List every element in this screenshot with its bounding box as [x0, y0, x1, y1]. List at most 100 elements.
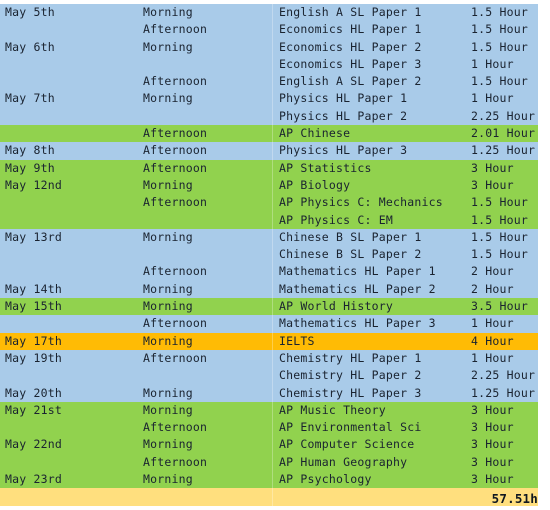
cell-session	[143, 367, 276, 385]
cell-date	[0, 194, 143, 212]
cell-session: Afternoon	[143, 349, 276, 368]
cell-date: May 5th	[0, 4, 143, 22]
cell-subject: Economics HL Paper 2	[276, 38, 469, 56]
cell-duration: 2 Hour	[469, 280, 548, 299]
cell-subject: Mathematics HL Paper 2	[276, 280, 469, 299]
cell-date: May 8th	[0, 142, 143, 160]
cell-duration: 3 Hour	[469, 419, 548, 437]
table-row: May 17th Morning IELTS 4 Hour	[0, 332, 548, 350]
cell-duration: 1.5 Hour	[469, 211, 548, 229]
cell-session	[143, 55, 276, 74]
cell-subject: Physics HL Paper 2	[276, 107, 469, 126]
cell-subject: Mathematics HL Paper 1	[276, 263, 469, 281]
table-row: Physics HL Paper 2 2.25 Hour	[0, 107, 548, 126]
cell-duration: 3 Hour	[469, 471, 548, 489]
cell-duration: 3.5 Hour	[469, 298, 548, 316]
cell-date: May 23rd	[0, 471, 143, 489]
table-row: May 14th Morning Mathematics HL Paper 22 H…	[0, 280, 548, 299]
cell-date	[0, 419, 143, 437]
table-row: May 20th Morning Chemistry HL Paper 3 1.25 …	[0, 384, 548, 402]
cell-subject: Mathematics HL Paper 3	[276, 315, 469, 333]
cell-subject: Economics HL Paper 3	[276, 55, 469, 74]
table-row: Afternoon English A SL Paper 2 1.5 Hour	[0, 73, 548, 91]
cell-duration: 3 Hour	[469, 453, 548, 472]
table-row: May 9th Afternoon AP Statistics 3 Hour	[0, 159, 548, 177]
cell-duration: 2 Hour	[469, 263, 548, 281]
table-row: Economics HL Paper 31 Hour	[0, 55, 548, 74]
exam-schedule-body: May 5th Morning English A SL Paper 1 1.5 Ho…	[0, 4, 548, 510]
cell-subject: AP Psychology	[276, 471, 469, 489]
cell-session: Afternoon	[143, 315, 276, 333]
cell-session: Morning	[143, 471, 276, 489]
cell-duration: 1.5 Hour	[469, 194, 548, 212]
cell-session: Morning	[143, 176, 276, 195]
cell-duration: 4 Hour	[469, 332, 548, 350]
cell-date	[0, 211, 143, 229]
cell-session: Morning	[143, 401, 276, 420]
table-row: May 5th Morning English A SL Paper 1 1.5 Ho…	[0, 4, 548, 22]
cell-date	[0, 107, 143, 126]
table-row: Afternoon Economics HL Paper 1 1.5 Hour	[0, 21, 548, 39]
cell-date: May 12nd	[0, 176, 143, 195]
cell-session: Morning	[143, 4, 276, 22]
cell-session	[143, 211, 276, 229]
cell-subject: AP Physics C: EM	[276, 211, 469, 229]
table-row: May 13rd Morning Chinese B SL Paper 1 1.5 H…	[0, 228, 548, 247]
cell-date: May 19th	[0, 349, 143, 368]
table-row: May 7th Morning Physics HL Paper 11 Hour	[0, 90, 548, 108]
cell-date: May 17th	[0, 332, 143, 350]
cell-session: Afternoon	[143, 194, 276, 212]
cell-date: May 20th	[0, 384, 143, 402]
cell-duration: 3 Hour	[469, 436, 548, 454]
cell-duration: 1.5 Hour	[469, 38, 548, 56]
cell-date: May 7th	[0, 90, 143, 108]
cell-session: Afternoon	[143, 453, 276, 472]
cell-duration: 1.25 Hour	[469, 384, 548, 402]
cell-subject: AP Computer Science	[276, 436, 469, 454]
table-row: AP Physics C: EM 1.5 Hour	[0, 211, 548, 229]
cell-duration: 1 Hour	[469, 55, 548, 74]
cell-session: Afternoon	[143, 159, 276, 177]
table-row: Afternoon AP Chinese 2.01 Hour	[0, 125, 548, 143]
cell-session	[143, 107, 276, 126]
cell-date: May 6th	[0, 38, 143, 56]
cell-date	[0, 367, 143, 385]
cell-duration: 3 Hour	[469, 176, 548, 195]
cell-session: Morning	[143, 332, 276, 350]
cell-duration: 2.25 Hour	[469, 107, 548, 126]
cell-session: Afternoon	[143, 21, 276, 39]
cell-subject: Chinese B SL Paper 2	[276, 246, 469, 264]
table-row: Afternoon AP Environmental Sci 3 Hour	[0, 419, 548, 437]
cell-date: May 14th	[0, 280, 143, 299]
cell-subject: AP Chinese	[276, 125, 469, 143]
exam-schedule-sheet: May 5th Morning English A SL Paper 1 1.5 Ho…	[0, 0, 550, 510]
cell-date: May 9th	[0, 159, 143, 177]
cell-duration: 1.5 Hour	[469, 246, 548, 264]
table-row: Chemistry HL Paper 2 2.25 Hour	[0, 367, 548, 385]
cell-session: Afternoon	[143, 73, 276, 91]
cell-duration: 1 Hour	[469, 349, 548, 368]
cell-subject: Chemistry HL Paper 2	[276, 367, 469, 385]
cell-duration: 1.5 Hour	[469, 4, 548, 22]
cell-subject: AP Physics C: Mechanics	[276, 194, 469, 212]
cell-duration: 2.01 Hour	[469, 125, 548, 143]
cell-session: Afternoon	[143, 263, 276, 281]
cell-duration: 1.5 Hour	[469, 228, 548, 247]
cell-session: Morning	[143, 90, 276, 108]
cell-subject: AP Human Geography	[276, 453, 469, 472]
cell-date: May 22nd	[0, 436, 143, 454]
cell-subject: English A SL Paper 2	[276, 73, 469, 91]
cell-session: Morning	[143, 436, 276, 454]
cell-date: May 21st	[0, 401, 143, 420]
cell-session: Morning	[143, 38, 276, 56]
cell-date	[0, 246, 143, 264]
cell-date	[0, 21, 143, 39]
cell-date	[0, 55, 143, 74]
cell-session: Afternoon	[143, 125, 276, 143]
cell-subject: Chemistry HL Paper 1	[276, 349, 469, 368]
cell-subject: Physics HL Paper 1	[276, 90, 469, 108]
cell-date	[0, 73, 143, 91]
cell-date: May 15th	[0, 298, 143, 316]
cell-date: May 13rd	[0, 228, 143, 247]
cell-duration: 1.25 Hour	[469, 142, 548, 160]
